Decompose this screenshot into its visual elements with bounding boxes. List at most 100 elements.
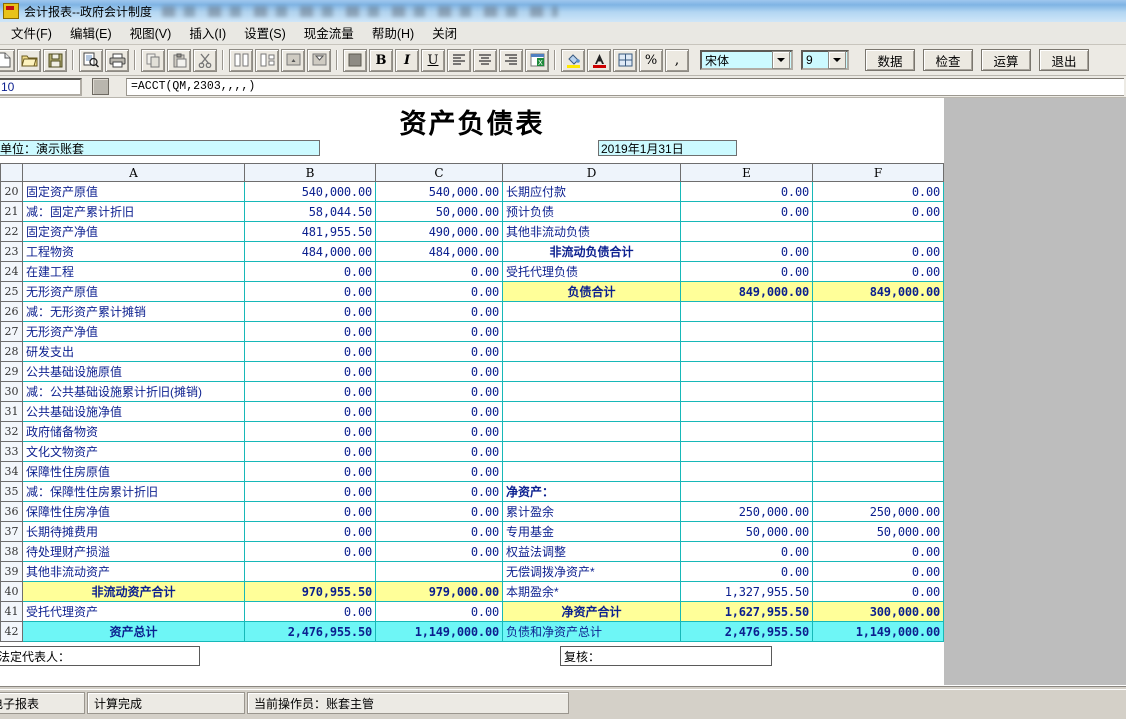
cell-d-label[interactable]: [503, 422, 681, 442]
preparer-unit-field[interactable]: 编制单位：演示账套: [0, 140, 320, 156]
cell-c-value[interactable]: 0.00: [376, 362, 503, 382]
cell-f-value[interactable]: [813, 302, 944, 322]
cell-e-value[interactable]: [681, 422, 813, 442]
row-header[interactable]: 25: [1, 282, 23, 302]
row-header[interactable]: 41: [1, 602, 23, 622]
spreadsheet-area[interactable]: 资产负债表 编制单位：演示账套 2019年1月31日 A B: [0, 98, 1126, 685]
menu-item-cashflow[interactable]: 现金流量: [295, 20, 363, 46]
cell-a-label[interactable]: 固定资产原值: [23, 182, 245, 202]
cell-a-label[interactable]: 公共基础设施净值: [23, 402, 245, 422]
cell-f-value[interactable]: [813, 382, 944, 402]
cell-b-value[interactable]: 970,955.50: [245, 582, 376, 602]
cell-a-label[interactable]: 无形资产原值: [23, 282, 245, 302]
cell-f-value[interactable]: 250,000.00: [813, 502, 944, 522]
cell-d-label[interactable]: 预计负债: [503, 202, 681, 222]
table-row[interactable]: 36保障性住房净值0.000.00累计盈余250,000.00250,000.0…: [1, 502, 944, 522]
row-header[interactable]: 20: [1, 182, 23, 202]
cell-c-value[interactable]: 0.00: [376, 422, 503, 442]
cell-c-value[interactable]: 540,000.00: [376, 182, 503, 202]
border-icon[interactable]: [613, 49, 637, 72]
open-folder-icon[interactable]: [17, 49, 41, 72]
cell-d-label[interactable]: 累计盈余: [503, 502, 681, 522]
cell-a-label[interactable]: 减：无形资产累计摊销: [23, 302, 245, 322]
cell-a-label[interactable]: 长期待摊费用: [23, 522, 245, 542]
cell-d-label[interactable]: [503, 462, 681, 482]
cell-a-label[interactable]: 待处理财产损溢: [23, 542, 245, 562]
cell-c-value[interactable]: 0.00: [376, 402, 503, 422]
chevron-down-icon[interactable]: [772, 51, 790, 69]
cell-a-label[interactable]: 非流动资产合计: [23, 582, 245, 602]
cell-e-value[interactable]: 50,000.00: [681, 522, 813, 542]
menu-item-edit[interactable]: 编辑(E): [61, 20, 121, 46]
check-button[interactable]: 检查: [923, 49, 973, 71]
cell-b-value[interactable]: 0.00: [245, 282, 376, 302]
column-header-b[interactable]: B: [245, 164, 376, 182]
row-header[interactable]: 22: [1, 222, 23, 242]
bucket-fill-icon[interactable]: [561, 49, 585, 72]
cell-a-label[interactable]: 减：保障性住房累计折旧: [23, 482, 245, 502]
menu-item-settings[interactable]: 设置(S): [235, 20, 295, 46]
cell-d-label[interactable]: 专用基金: [503, 522, 681, 542]
cell-e-value[interactable]: 1,327,955.50: [681, 582, 813, 602]
row-header[interactable]: 34: [1, 462, 23, 482]
menu-item-insert[interactable]: 插入(I): [180, 20, 235, 46]
cell-b-value[interactable]: 0.00: [245, 602, 376, 622]
cell-d-label[interactable]: 长期应付款: [503, 182, 681, 202]
table-row[interactable]: 29公共基础设施原值0.000.00: [1, 362, 944, 382]
table-row[interactable]: 37长期待摊费用0.000.00专用基金50,000.0050,000.00: [1, 522, 944, 542]
column-header-c[interactable]: C: [376, 164, 503, 182]
cell-d-label[interactable]: 其他非流动负债: [503, 222, 681, 242]
cell-f-value[interactable]: 0.00: [813, 242, 944, 262]
cell-b-value[interactable]: 0.00: [245, 382, 376, 402]
column-header-d[interactable]: D: [503, 164, 681, 182]
column-header-e[interactable]: E: [681, 164, 813, 182]
row-header[interactable]: 36: [1, 502, 23, 522]
cell-a-label[interactable]: 固定资产净值: [23, 222, 245, 242]
table-row[interactable]: 23工程物资484,000.00484,000.00非流动负债合计0.000.0…: [1, 242, 944, 262]
cell-c-value[interactable]: 0.00: [376, 262, 503, 282]
cell-f-value[interactable]: [813, 322, 944, 342]
cell-b-value[interactable]: 0.00: [245, 542, 376, 562]
cell-e-value[interactable]: 0.00: [681, 262, 813, 282]
table-row[interactable]: 21减：固定产累计折旧58,044.5050,000.00预计负债0.000.0…: [1, 202, 944, 222]
cell-c-value[interactable]: 0.00: [376, 322, 503, 342]
menu-item-file[interactable]: 文件(F): [2, 20, 61, 46]
cut-icon[interactable]: [193, 49, 217, 72]
cell-c-value[interactable]: 0.00: [376, 302, 503, 322]
comma-icon[interactable]: ,: [665, 49, 689, 72]
cell-b-value[interactable]: 0.00: [245, 302, 376, 322]
cell-f-value[interactable]: 0.00: [813, 202, 944, 222]
table-row[interactable]: 35减：保障性住房累计折旧0.000.00净资产：: [1, 482, 944, 502]
align-right-icon[interactable]: [499, 49, 523, 72]
delete-row-icon[interactable]: [255, 49, 279, 72]
cell-b-value[interactable]: 484,000.00: [245, 242, 376, 262]
cell-e-value[interactable]: 2,476,955.50: [681, 622, 813, 642]
name-box[interactable]: 10: [0, 78, 82, 96]
cell-e-value[interactable]: [681, 222, 813, 242]
table-row[interactable]: 32政府储备物资0.000.00: [1, 422, 944, 442]
cell-b-value[interactable]: [245, 562, 376, 582]
cell-d-label[interactable]: 受托代理负债: [503, 262, 681, 282]
table-row[interactable]: 42资产总计2,476,955.501,149,000.00负债和净资产总计2,…: [1, 622, 944, 642]
cell-b-value[interactable]: 0.00: [245, 502, 376, 522]
cell-e-value[interactable]: [681, 442, 813, 462]
cell-a-label[interactable]: 保障性住房原值: [23, 462, 245, 482]
row-header[interactable]: 27: [1, 322, 23, 342]
legal-representative-field[interactable]: 单位法定代表人：: [0, 646, 200, 666]
table-row[interactable]: 31公共基础设施净值0.000.00: [1, 402, 944, 422]
cell-f-value[interactable]: 0.00: [813, 582, 944, 602]
merge-cells-icon[interactable]: [281, 49, 305, 72]
cell-c-value[interactable]: 0.00: [376, 462, 503, 482]
print-icon[interactable]: [105, 49, 129, 72]
cell-f-value[interactable]: [813, 462, 944, 482]
cell-c-value[interactable]: 0.00: [376, 522, 503, 542]
export-excel-icon[interactable]: X: [525, 49, 549, 72]
cell-d-label[interactable]: [503, 302, 681, 322]
cell-f-value[interactable]: 50,000.00: [813, 522, 944, 542]
row-header[interactable]: 30: [1, 382, 23, 402]
row-header[interactable]: 23: [1, 242, 23, 262]
cell-e-value[interactable]: [681, 362, 813, 382]
row-header[interactable]: 42: [1, 622, 23, 642]
cell-f-value[interactable]: 1,149,000.00: [813, 622, 944, 642]
table-row[interactable]: 25无形资产原值0.000.00负债合计849,000.00849,000.00: [1, 282, 944, 302]
